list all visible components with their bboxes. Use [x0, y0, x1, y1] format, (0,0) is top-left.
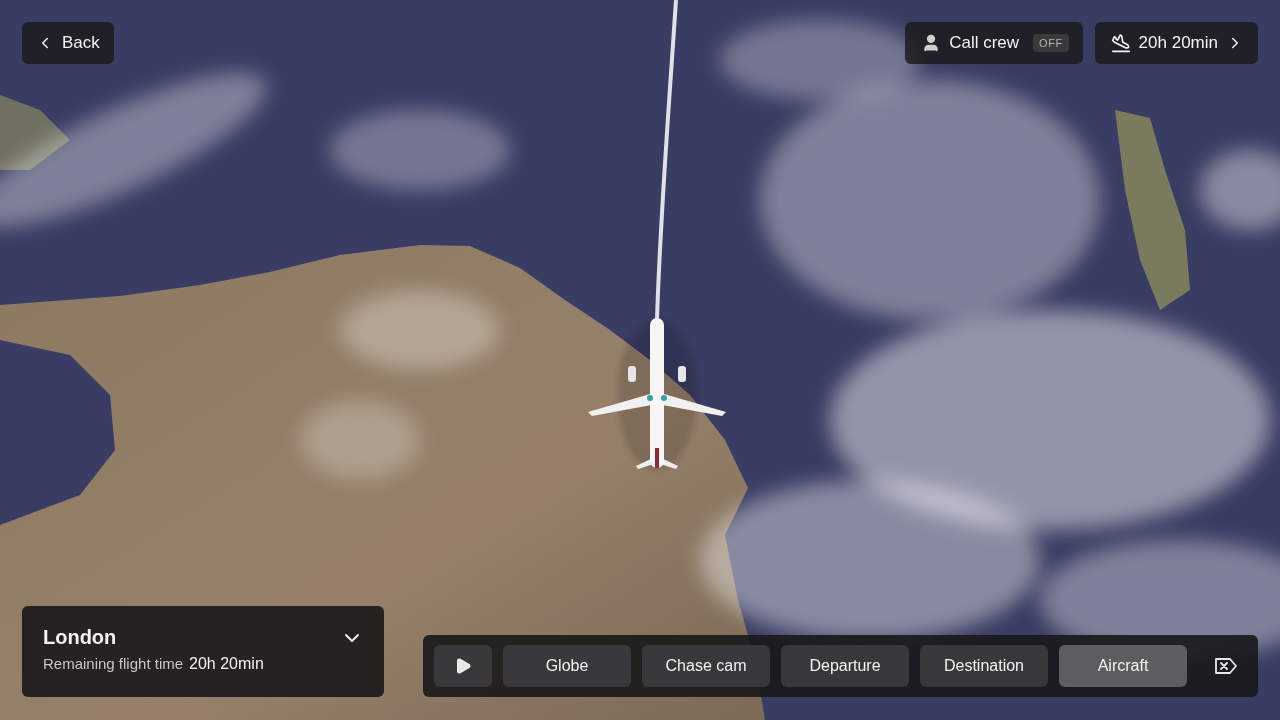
chevron-left-icon — [36, 34, 54, 52]
top-bar: Back Call crewOFF 20h 20min — [22, 22, 1258, 64]
back-button[interactable]: Back — [22, 22, 114, 64]
destination-card[interactable]: London Remaining flight time20h 20min — [22, 606, 384, 697]
chevron-down-icon — [340, 626, 364, 650]
play-button[interactable] — [434, 645, 492, 687]
map-controls: Back Call crewOFF 20h 20min London Remaining… — [0, 0, 1280, 720]
play-icon — [454, 657, 472, 675]
call-crew-status-badge: OFF — [1033, 34, 1069, 52]
view-button[interactable]: Globe — [503, 645, 631, 687]
view-toolbar: Globe Chase cam Departure Destination Aircra… — [423, 635, 1258, 697]
person-icon — [921, 33, 941, 53]
plane-landing-icon — [1111, 33, 1131, 53]
exit-view-button[interactable] — [1206, 645, 1246, 687]
destination-title: London — [43, 626, 264, 649]
clouds — [0, 20, 1280, 660]
aircraft-icon[interactable] — [588, 318, 726, 470]
flight-map-screen: Back Call crewOFF 20h 20min London Remaining… — [0, 0, 1280, 720]
exit-view-icon — [1214, 656, 1238, 676]
view-button[interactable]: Destination — [920, 645, 1048, 687]
call-crew-button[interactable]: Call crewOFF — [905, 22, 1082, 64]
chevron-right-icon — [1226, 34, 1244, 52]
view-button[interactable]: Aircraft — [1059, 645, 1187, 687]
new-caledonia-island — [1115, 110, 1190, 310]
flight-time-button[interactable]: 20h 20min — [1095, 22, 1258, 64]
view-button[interactable]: Chase cam — [642, 645, 770, 687]
bottom-bar: London Remaining flight time20h 20min Glob… — [22, 606, 1258, 697]
view-button[interactable]: Departure — [781, 645, 909, 687]
flight-path — [657, 0, 676, 320]
remaining-time: Remaining flight time20h 20min — [43, 655, 264, 673]
expand-button[interactable] — [340, 626, 364, 650]
